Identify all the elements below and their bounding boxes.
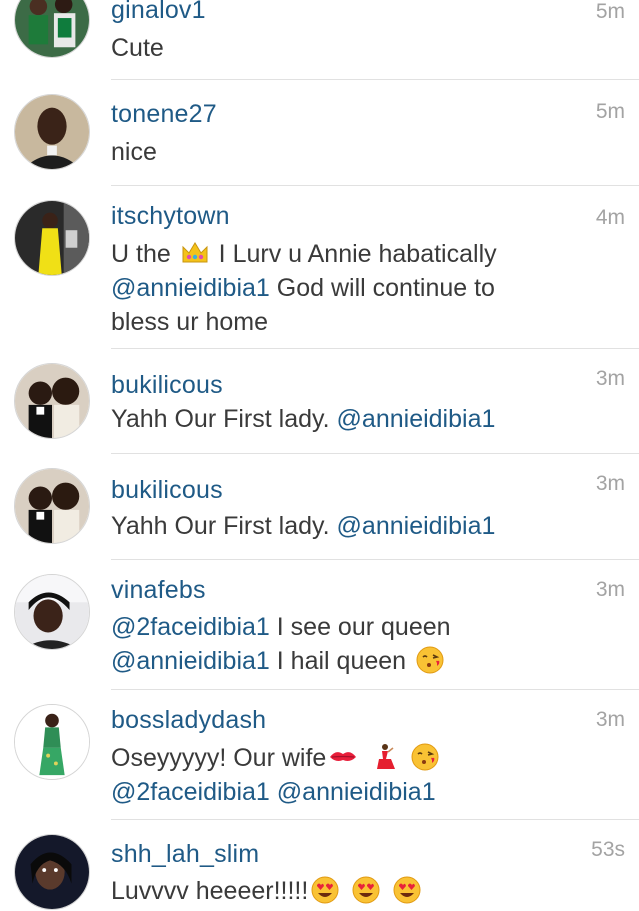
comment-item: shh_lah_slim 53s Luvvvv heeeer!!!!! xyxy=(0,820,639,911)
comment-text-segment: Yahh Our First lady. xyxy=(111,405,330,433)
comment-text-segment: Oseyyyyy! Our wife xyxy=(111,744,327,772)
timestamp: 5m xyxy=(595,0,625,23)
username-link[interactable]: bossladydash xyxy=(111,706,266,735)
woman-green-dress-avatar[interactable] xyxy=(14,704,90,780)
mention-link[interactable]: @2faceidibia1 xyxy=(111,613,270,641)
comment-text-segment: I see our queen xyxy=(276,613,451,641)
comment-text: nice xyxy=(111,138,157,166)
comment-text-segment: Yahh Our First lady. xyxy=(111,512,330,540)
timestamp: 5m xyxy=(595,100,625,123)
username-link[interactable]: bukilicous xyxy=(111,371,223,400)
comment-text-segment: I Lurv u Annie habatically xyxy=(218,240,497,268)
comment-text: Oseyyyyy! Our wife @2faceidibia1 @anniei… xyxy=(111,741,631,809)
kiss-mark-icon xyxy=(328,742,358,772)
username-link[interactable]: bukilicous xyxy=(111,476,223,505)
comment-item: vinafebs 3m @2faceidibia1 I see our quee… xyxy=(0,560,639,690)
username-link[interactable]: itschytown xyxy=(111,202,230,231)
comment-text: U the I Lurv u Annie habatically @anniei… xyxy=(111,237,631,339)
two-kids-avatar[interactable] xyxy=(14,363,90,439)
yellow-dress-avatar[interactable] xyxy=(14,200,90,276)
comment-text-segment: Luvvvv heeeer!!!!! xyxy=(111,877,309,905)
two-kids-avatar[interactable] xyxy=(14,468,90,544)
comment-text: Yahh Our First lady. @annieidibia1 xyxy=(111,402,631,436)
woman-dark-photo-avatar[interactable] xyxy=(14,834,90,910)
comment-text: Cute xyxy=(111,34,164,62)
comment-text: @2faceidibia1 I see our queen @annieidib… xyxy=(111,610,631,678)
comment-item: bukilicous 3m Yahh Our First lady. @anni… xyxy=(0,454,639,560)
username-link[interactable]: ginalov1 xyxy=(111,0,206,25)
mention-link[interactable]: @annieidibia1 xyxy=(277,778,436,806)
dancer-icon xyxy=(369,742,399,772)
mention-link[interactable]: @annieidibia1 xyxy=(111,274,270,302)
comment-text: Yahh Our First lady. @annieidibia1 xyxy=(111,509,631,543)
timestamp: 3m xyxy=(595,472,625,495)
woman-selfie-avatar[interactable] xyxy=(14,574,90,650)
comment-text: Luvvvv heeeer!!!!! xyxy=(111,874,631,908)
heart-eyes-icon xyxy=(392,875,422,905)
group-photo-avatar[interactable] xyxy=(14,0,90,58)
heart-eyes-icon xyxy=(310,875,340,905)
comment-item: bukilicous 3m Yahh Our First lady. @anni… xyxy=(0,349,639,454)
comment-text-segment: bless ur home xyxy=(111,308,269,336)
username-link[interactable]: tonene27 xyxy=(111,100,217,129)
timestamp: 3m xyxy=(595,708,625,731)
comment-text-segment: I hail queen xyxy=(276,647,407,675)
comment-item: tonene27 5m nice xyxy=(0,80,639,186)
mention-link[interactable]: @annieidibia1 xyxy=(111,647,270,675)
face-blowing-kiss-icon xyxy=(410,742,440,772)
mention-link[interactable]: @annieidibia1 xyxy=(337,512,496,540)
face-blowing-kiss-icon xyxy=(415,645,445,675)
username-link[interactable]: shh_lah_slim xyxy=(111,840,259,869)
comment-item: ginalov1 5m Cute xyxy=(0,0,639,80)
heart-eyes-icon xyxy=(351,875,381,905)
comment-item: itschytown 4m U the I Lurv u Annie habat… xyxy=(0,186,639,349)
comment-text-segment: U the xyxy=(111,240,171,268)
mention-link[interactable]: @2faceidibia1 xyxy=(111,778,270,806)
username-link[interactable]: vinafebs xyxy=(111,576,206,605)
crown-icon xyxy=(180,238,210,268)
timestamp: 4m xyxy=(595,206,625,229)
man-portrait-avatar[interactable] xyxy=(14,94,90,170)
comment-text-segment: God will continue to xyxy=(276,274,495,302)
timestamp: 3m xyxy=(595,578,625,601)
timestamp: 3m xyxy=(595,367,625,390)
mention-link[interactable]: @annieidibia1 xyxy=(337,405,496,433)
comment-item: bossladydash 3m Oseyyyyy! Our wife @2fac… xyxy=(0,690,639,820)
timestamp: 53s xyxy=(591,838,625,861)
comment-feed: ginalov1 5m Cute tonene27 5m nice itschy… xyxy=(0,0,639,911)
